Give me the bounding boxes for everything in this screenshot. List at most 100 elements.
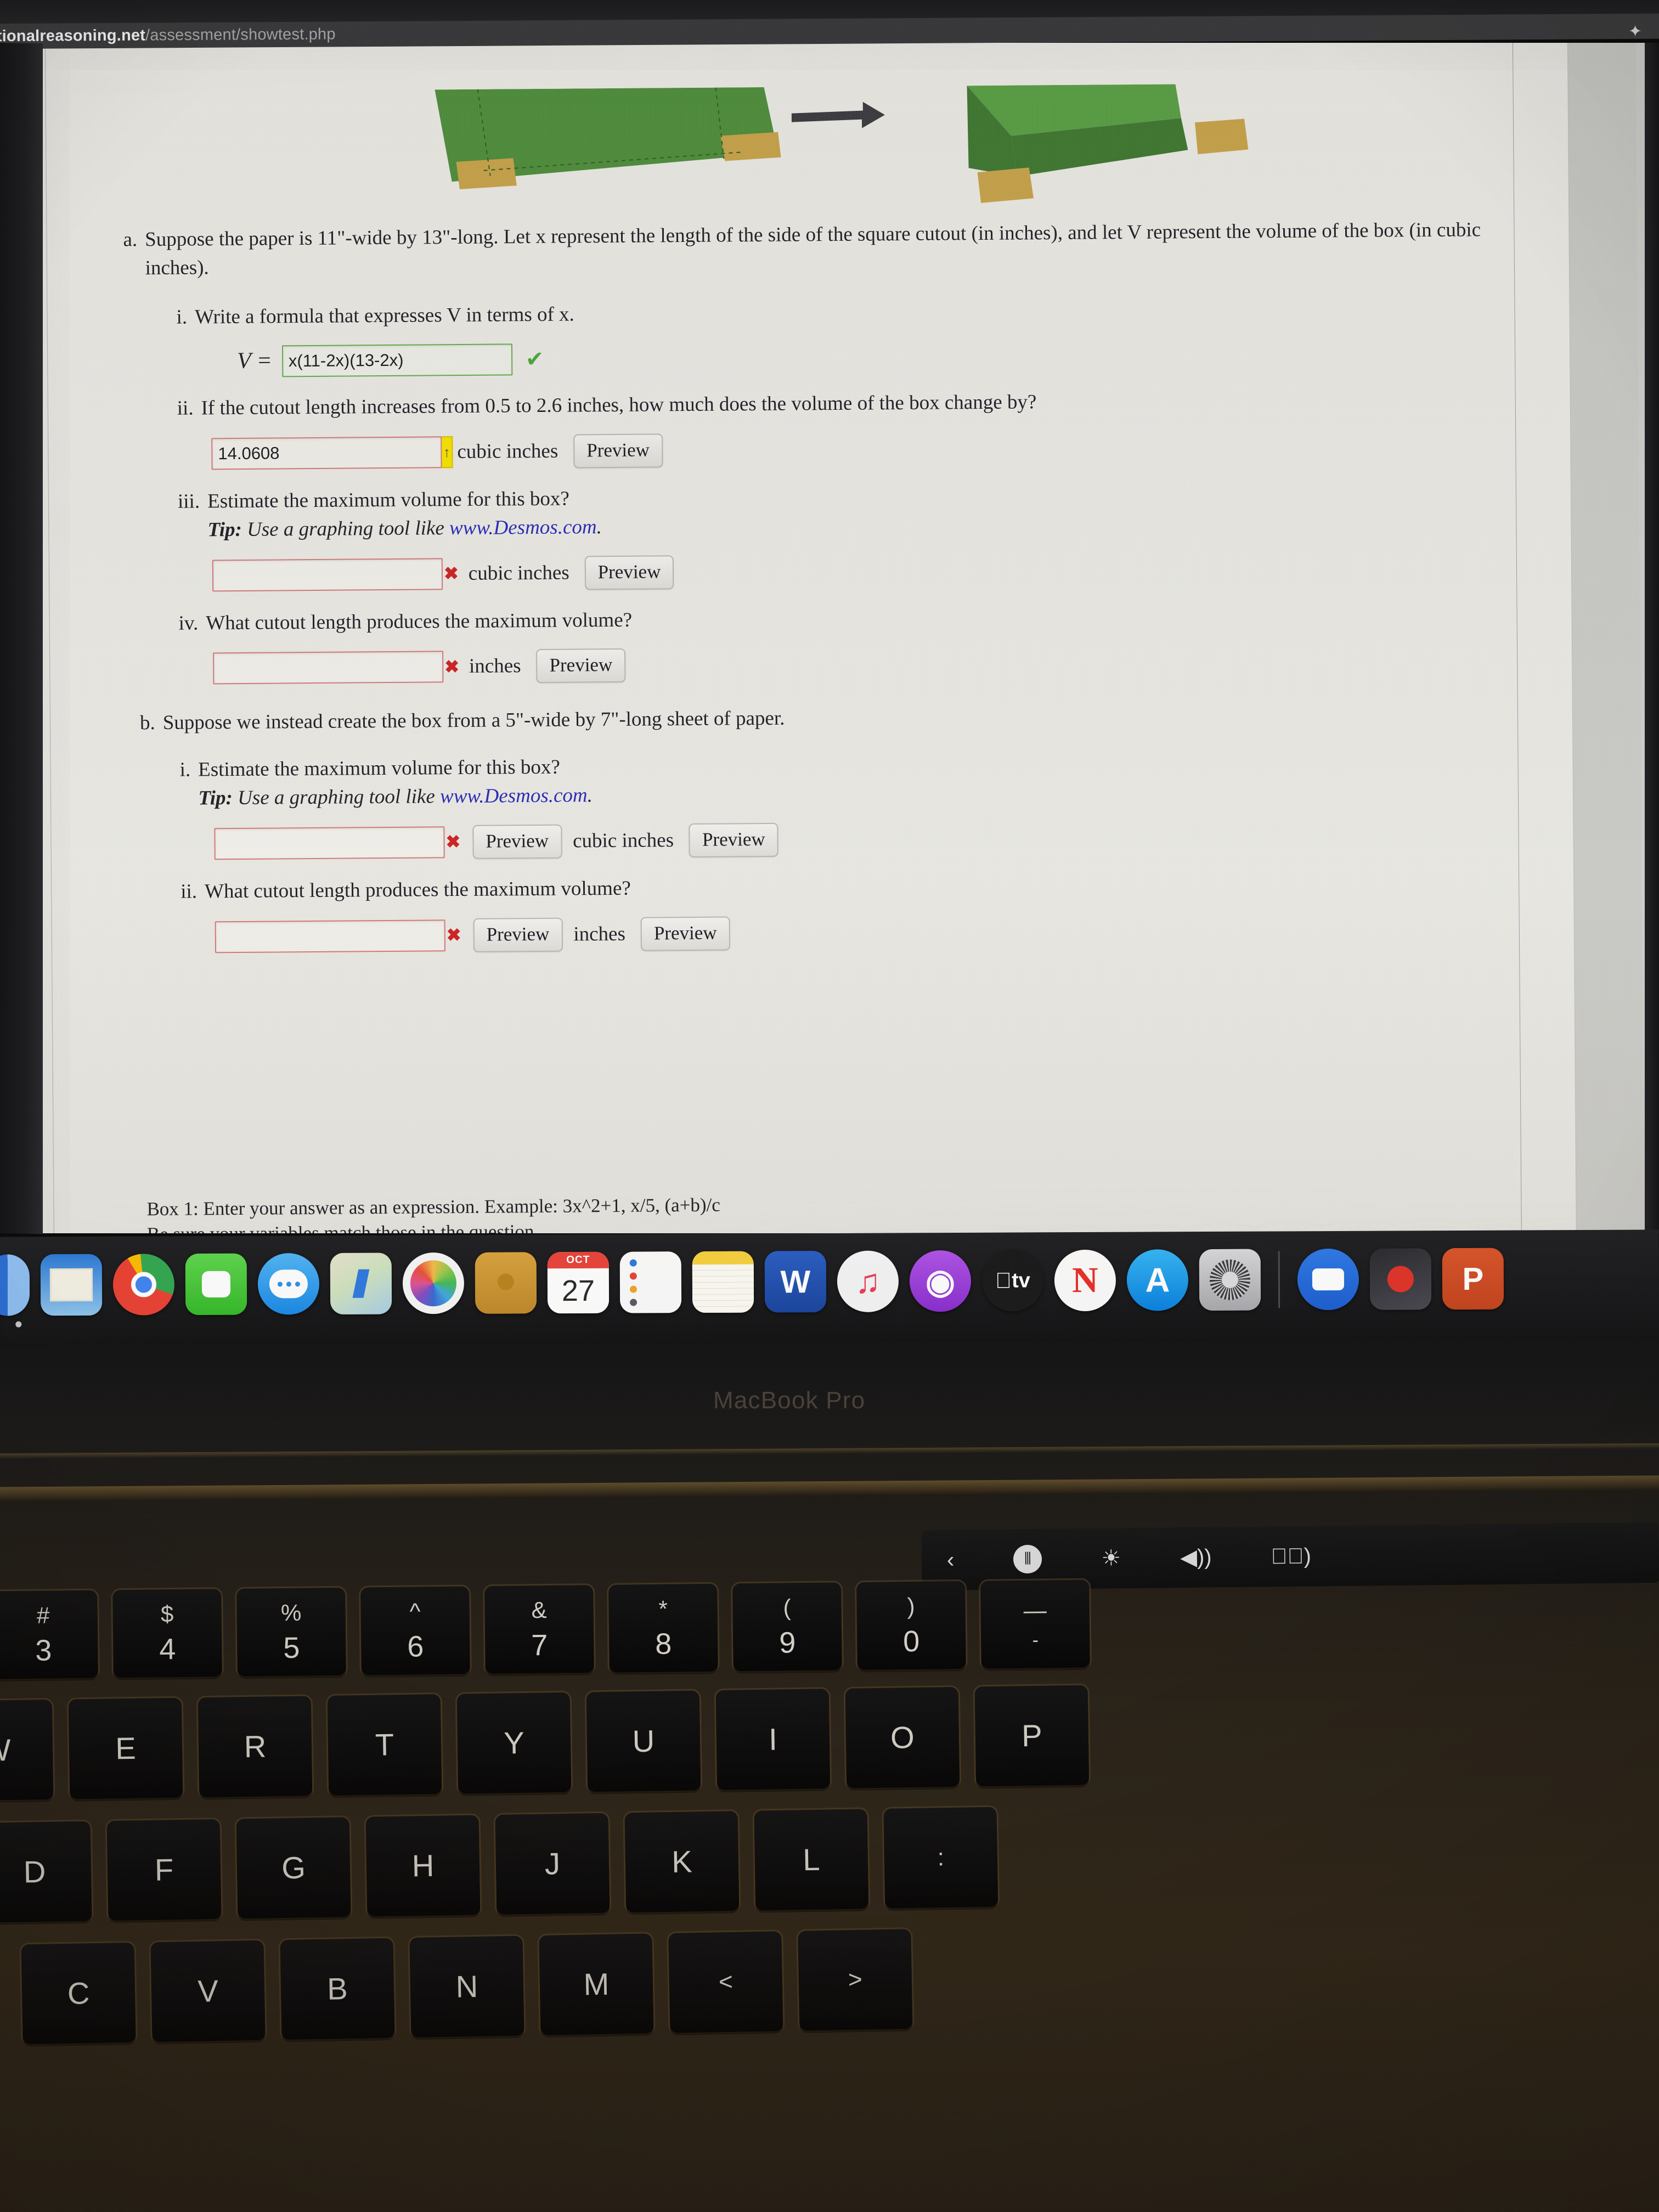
- maps-icon[interactable]: [330, 1252, 392, 1314]
- chevron-left-icon[interactable]: ‹: [947, 1548, 955, 1572]
- key-U[interactable]: U: [586, 1690, 701, 1792]
- incorrect-x-icon-bi: ✖: [445, 832, 461, 852]
- key-N[interactable]: N: [409, 1936, 524, 2038]
- brightness-icon[interactable]: ☀: [1101, 1545, 1121, 1571]
- key-K[interactable]: K: [624, 1811, 740, 1913]
- facetime-icon[interactable]: [185, 1253, 247, 1316]
- tip-end-aiii: .: [596, 515, 602, 538]
- key-I[interactable]: I: [715, 1689, 831, 1791]
- key-W[interactable]: W: [0, 1699, 54, 1801]
- notes-icon[interactable]: [692, 1251, 754, 1313]
- caret-marker-icon: ↑: [442, 436, 453, 469]
- key-O[interactable]: O: [845, 1686, 960, 1788]
- key-D[interactable]: D: [0, 1821, 92, 1923]
- key-semicolon[interactable]: :: [883, 1807, 998, 1909]
- preview-button-bii-2[interactable]: Preview: [640, 916, 730, 951]
- key-T[interactable]: T: [327, 1694, 442, 1796]
- finder-icon[interactable]: [0, 1254, 30, 1316]
- v-equals-label: V =: [237, 348, 273, 374]
- formula-input[interactable]: x(11-2x)(13-2x): [281, 343, 513, 377]
- podcasts-icon[interactable]: ◉: [909, 1250, 972, 1312]
- key-V[interactable]: V: [150, 1940, 266, 2042]
- key-B-label: B: [326, 1971, 348, 2006]
- part-b-marker: b.: [139, 712, 155, 735]
- key-G[interactable]: G: [236, 1817, 351, 1919]
- key-M[interactable]: M: [539, 1933, 654, 2035]
- unit-label-aii: cubic inches: [457, 439, 558, 464]
- key-comma-left-angle[interactable]: <: [668, 1931, 783, 2033]
- preview-button-bi-2[interactable]: Preview: [689, 822, 778, 857]
- photos-icon[interactable]: [402, 1252, 465, 1314]
- volume-up-icon[interactable]: ◀)): [1180, 1545, 1212, 1571]
- key-9[interactable]: (9: [732, 1582, 842, 1672]
- key-R[interactable]: R: [198, 1696, 313, 1798]
- preview-button-aiv[interactable]: Preview: [536, 648, 626, 684]
- key-B[interactable]: B: [280, 1938, 395, 2040]
- calendar-icon[interactable]: OCT 27: [547, 1251, 610, 1314]
- unit-label-aiv: inches: [469, 654, 521, 678]
- key-J[interactable]: J: [495, 1813, 610, 1915]
- question-body: a. Suppose the paper is 11"-wide by 13"-…: [123, 216, 1500, 958]
- preview-button-aii[interactable]: Preview: [573, 433, 663, 469]
- contacts-icon[interactable]: [475, 1252, 537, 1314]
- key-0-upper: ): [907, 1593, 915, 1620]
- key-P[interactable]: P: [974, 1685, 1090, 1787]
- key-minus[interactable]: — -: [980, 1579, 1090, 1669]
- mute-icon[interactable]: ◀⃠): [1271, 1544, 1311, 1569]
- chrome-icon[interactable]: [112, 1254, 175, 1316]
- item-text-bii: What cutout length produces the maximum …: [204, 877, 631, 903]
- browser-menu-icon[interactable]: ✦: [1628, 22, 1654, 42]
- key-7-upper: &: [531, 1597, 547, 1623]
- preview-button-aiii[interactable]: Preview: [584, 555, 674, 590]
- physical-keyboard: #3 $4 % 5 ^ 6 & 7 * 8 (9 ) 0 — - W E R T Y U I…: [0, 1579, 1659, 2212]
- key-5[interactable]: % 5: [236, 1587, 346, 1677]
- key-7[interactable]: & 7: [484, 1585, 594, 1674]
- key-L[interactable]: L: [754, 1809, 869, 1911]
- appletv-icon-label: tv: [1003, 1268, 1030, 1293]
- key-8[interactable]: * 8: [608, 1583, 718, 1673]
- page-right-gutter: [1567, 43, 1645, 1233]
- key-H[interactable]: H: [365, 1815, 481, 1917]
- key-4[interactable]: $4: [112, 1589, 222, 1678]
- flat-paper-shape: [435, 87, 781, 190]
- screen-right-bezel: [1645, 43, 1659, 1233]
- key-Y[interactable]: Y: [456, 1692, 572, 1794]
- key-E[interactable]: E: [68, 1697, 183, 1799]
- item-text-ai: Write a formula that expresses V in term…: [194, 303, 574, 329]
- key-0[interactable]: ) 0: [856, 1581, 966, 1671]
- siri-waveform-icon[interactable]: ⦀: [1013, 1544, 1042, 1574]
- incorrect-x-icon-aiv: ✖: [444, 657, 460, 677]
- key-6[interactable]: ^ 6: [360, 1586, 470, 1675]
- reminders-icon[interactable]: [619, 1251, 682, 1313]
- key-3[interactable]: #3: [0, 1590, 98, 1679]
- answer-input-bii[interactable]: [215, 919, 446, 953]
- part-b-item-i: i. Estimate the maximum volume for this …: [179, 746, 1499, 861]
- answer-input-aii[interactable]: 14.0608: [211, 436, 442, 470]
- word-icon[interactable]: W: [764, 1251, 827, 1313]
- key-comma-label: <: [718, 1968, 733, 1996]
- appletv-icon[interactable]: tv: [981, 1250, 1044, 1312]
- mail-icon[interactable]: [40, 1254, 103, 1316]
- desmos-link-aiii[interactable]: www.Desmos.com: [449, 516, 597, 539]
- news-icon[interactable]: N: [1054, 1249, 1116, 1312]
- part-a: a. Suppose the paper is 11"-wide by 13"-…: [123, 216, 1498, 686]
- appstore-icon[interactable]: A: [1126, 1249, 1189, 1311]
- garageband-icon[interactable]: [1369, 1248, 1432, 1310]
- answer-input-aiii[interactable]: [212, 557, 443, 591]
- preview-button-bi-1[interactable]: Preview: [472, 824, 562, 859]
- arrow-icon: [791, 101, 885, 128]
- powerpoint-icon[interactable]: P: [1442, 1248, 1504, 1310]
- answer-input-aiv[interactable]: [213, 651, 444, 685]
- word-icon-letter: W: [780, 1263, 811, 1300]
- key-period-right-angle[interactable]: >: [798, 1929, 913, 2031]
- key-F[interactable]: F: [106, 1819, 222, 1921]
- system-preferences-icon[interactable]: [1199, 1249, 1261, 1311]
- messages-icon[interactable]: [257, 1253, 320, 1315]
- zoom-icon[interactable]: [1297, 1248, 1359, 1311]
- desmos-link-bi[interactable]: www.Desmos.com: [440, 784, 588, 808]
- music-icon[interactable]: ♫: [837, 1250, 899, 1312]
- key-C[interactable]: C: [21, 1942, 136, 2045]
- key-5-upper: %: [280, 1599, 302, 1626]
- preview-button-bii-1[interactable]: Preview: [473, 917, 563, 952]
- answer-input-bi[interactable]: [214, 826, 445, 860]
